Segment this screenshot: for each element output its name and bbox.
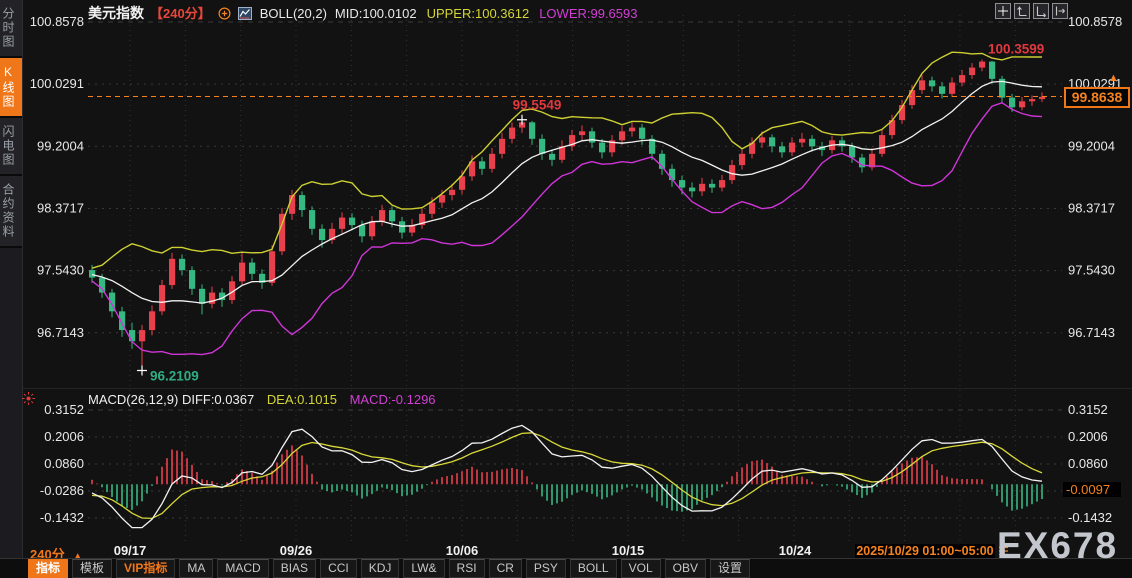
toolbar-button-模板[interactable]: 模板 [72,559,113,578]
chart-header: 美元指数 【240分】 BOLL(20,2) MID:100.0102 UPPER:10… [88,5,637,22]
toolbar-button-CR[interactable]: CR [488,559,522,578]
svg-text:09/17: 09/17 [114,543,147,558]
crosshair-icon[interactable] [995,3,1011,19]
sidebar-item-分时图[interactable]: 分时图 [0,0,22,58]
sidebar-item-K线图[interactable]: K线图 [0,58,22,118]
svg-text:98.3717: 98.3717 [1068,200,1115,215]
toolbar-button-RSI[interactable]: RSI [448,559,485,578]
svg-text:0.2006: 0.2006 [1068,429,1108,444]
trading-app-window: 100.8578 100.8578 100.0291 100.0291 99.2004 9… [0,0,1132,578]
svg-text:96.7143: 96.7143 [1068,325,1115,340]
toolbar-button-KDJ[interactable]: KDJ [360,559,400,578]
svg-text:10/06: 10/06 [446,543,479,558]
macd-axis-tag: -0.0097 [1063,482,1121,497]
price-arrow-icon: ▲ [1108,72,1119,84]
svg-text:0.3152: 0.3152 [44,402,84,417]
svg-text:0.3152: 0.3152 [1068,402,1108,417]
indicator-thumbnail-icon[interactable] [237,7,252,24]
svg-text:96.7143: 96.7143 [37,325,84,340]
candlestick-chart-canvas[interactable]: 100.8578 100.8578100.0291 100.029199.2004 9… [0,0,1132,578]
toolbar-button-LW&[interactable]: LW& [403,559,445,578]
svg-text:-0.1432: -0.1432 [40,510,84,525]
svg-text:97.5430: 97.5430 [1068,263,1115,278]
svg-text:-0.1432: -0.1432 [1068,510,1112,525]
boll-upper-value: UPPER:100.3612 [426,6,530,21]
svg-text:100.0291: 100.0291 [30,76,84,91]
svg-text:97.5430: 97.5430 [37,263,84,278]
last-price-tag: 99.8638 [1064,87,1130,108]
toolbar-button-设置[interactable]: 设置 [709,559,750,578]
macd-macd-value: MACD:-0.1296 [349,392,436,407]
svg-text:99.2004: 99.2004 [37,138,84,153]
chart-tools [995,3,1068,19]
svg-text:09/26: 09/26 [280,543,313,558]
watermark: EX678 [997,525,1119,566]
period-badge[interactable]: 【240分】 [150,6,211,21]
sidebar-item-合约资料[interactable]: 合约资料 [0,176,22,248]
chart-plot-area[interactable] [88,15,1062,543]
svg-text:100.8578: 100.8578 [1068,14,1122,29]
toolbar-button-BIAS[interactable]: BIAS [272,559,317,578]
toolbar-button-PSY[interactable]: PSY [525,559,566,578]
svg-text:10/15: 10/15 [612,543,645,558]
toolbar-button-指标[interactable]: 指标 [28,559,69,578]
boll-lower-value: LOWER:99.6593 [539,6,638,21]
macd-header: MACD(26,12,9) DIFF:0.0367 DEA:0.1015 MAC… [88,392,436,407]
macd-params: MACD(26,12,9) [88,392,179,407]
svg-text:0.0860: 0.0860 [44,456,84,471]
svg-text:10/24: 10/24 [779,543,812,558]
toolbar-button-CCI[interactable]: CCI [320,559,357,578]
panel-divider [22,388,1132,389]
alert-sun-icon[interactable] [21,391,36,411]
toolbar-button-MA[interactable]: MA [179,559,214,578]
svg-text:99.2004: 99.2004 [1068,138,1115,153]
plus-circle-icon[interactable] [218,7,231,24]
boll-mid-value: MID:100.0102 [334,6,417,21]
current-bar-time: 2025/10/29 01:00~05:00 [855,544,995,559]
toolbar-button-VIP指标[interactable]: VIP指标 [116,559,176,578]
x-axis-zoom-icon[interactable] [1033,3,1049,19]
svg-text:-0.0286: -0.0286 [40,483,84,498]
macd-diff-value: DIFF:0.0367 [181,392,255,407]
svg-text:98.3717: 98.3717 [37,200,84,215]
sidebar-item-闪电图[interactable]: 闪电图 [0,118,22,176]
scroll-right-icon[interactable] [1052,3,1068,19]
boll-label: BOLL(20,2) [259,6,327,21]
toolbar-button-BOLL[interactable]: BOLL [569,559,617,578]
symbol-name: 美元指数 [88,5,144,21]
y-axis-zoom-icon[interactable] [1014,3,1030,19]
svg-text:100.8578: 100.8578 [30,14,84,29]
svg-text:0.2006: 0.2006 [44,429,84,444]
svg-text:0.0860: 0.0860 [1068,456,1108,471]
indicator-toolbar: 指标 模板 VIP指标 MA MACD BIAS CCI KDJ LW& RSI CR PSY BOLL… [28,559,750,578]
sidebar: 分时图 K线图 闪电图 合约资料 [0,0,23,578]
toolbar-button-MACD[interactable]: MACD [217,559,269,578]
toolbar-button-VOL[interactable]: VOL [620,559,661,578]
toolbar-button-OBV[interactable]: OBV [664,559,706,578]
macd-dea-value: DEA:0.1015 [266,392,337,407]
